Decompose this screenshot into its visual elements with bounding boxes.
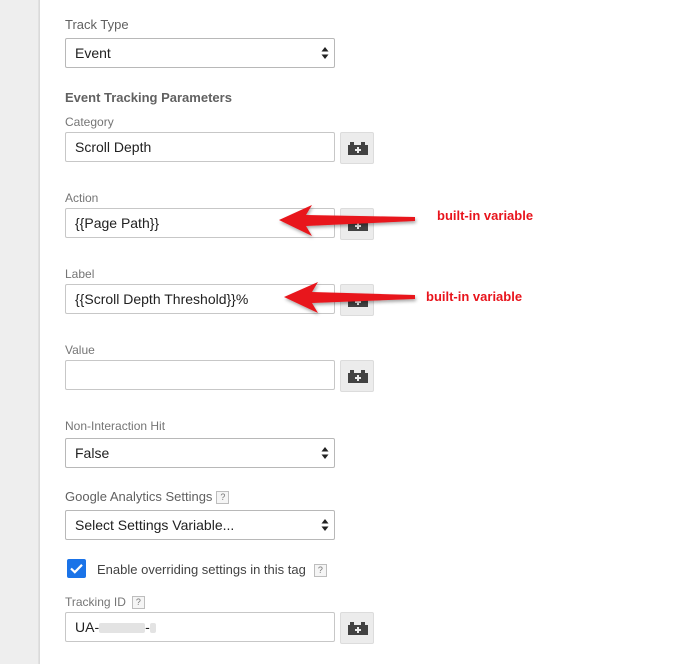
label-arrow — [284, 282, 415, 313]
select-arrows-icon — [321, 47, 329, 59]
select-arrows-icon — [321, 447, 329, 459]
override-label[interactable]: Enable overriding settings in this tag — [97, 562, 306, 577]
override-label-row: Enable overriding settings in this tag? — [97, 562, 327, 578]
event-params-heading: Event Tracking Parameters — [65, 90, 232, 105]
tracking-id-input[interactable]: UA- - — [65, 612, 335, 642]
non-interaction-select[interactable]: False — [65, 438, 335, 468]
value-label: Value — [65, 343, 95, 357]
category-label: Category — [65, 115, 114, 129]
track-type-value: Event — [75, 45, 111, 61]
non-interaction-label: Non-Interaction Hit — [65, 419, 166, 433]
tracking-id-label: Tracking ID — [65, 595, 126, 609]
variable-brick-icon — [348, 622, 368, 635]
action-arrow — [279, 205, 415, 236]
track-type-select[interactable]: Event — [65, 38, 335, 68]
label-value: {{Scroll Depth Threshold}}% — [75, 291, 249, 307]
tracking-id-help-icon[interactable]: ? — [131, 596, 145, 610]
override-checkbox[interactable] — [67, 559, 86, 578]
action-annotation: built-in variable — [437, 208, 534, 223]
checkmark-icon — [70, 564, 83, 574]
ga-settings-label-row: Google Analytics Settings? — [65, 489, 230, 505]
ga-settings-help-icon[interactable]: ? — [216, 491, 230, 505]
action-label: Action — [65, 191, 99, 205]
action-value: {{Page Path}} — [75, 215, 160, 231]
ga-settings-select[interactable]: Select Settings Variable... — [65, 510, 335, 540]
non-interaction-value: False — [75, 445, 110, 461]
annotation-arrows — [279, 205, 415, 313]
value-variable-button[interactable] — [340, 360, 374, 392]
redacted-account-id — [99, 623, 146, 634]
variable-brick-icon — [348, 370, 368, 383]
value-input[interactable] — [65, 360, 335, 390]
variable-brick-icon — [348, 142, 368, 155]
track-type-label: Track Type — [65, 17, 129, 32]
category-input[interactable]: Scroll Depth — [65, 132, 335, 162]
ga-settings-value: Select Settings Variable... — [75, 517, 235, 533]
category-value: Scroll Depth — [75, 139, 152, 155]
category-variable-button[interactable] — [340, 132, 374, 164]
tracking-id-variable-button[interactable] — [340, 612, 374, 644]
redacted-property-id — [149, 623, 156, 634]
ga-settings-label: Google Analytics Settings — [65, 489, 213, 504]
label-annotation: built-in variable — [426, 289, 523, 304]
label-label: Label — [65, 267, 95, 281]
override-help-icon[interactable]: ? — [313, 564, 327, 578]
left-gutter — [0, 0, 40, 664]
tracking-id-prefix: UA- — [75, 619, 100, 635]
tracking-id-label-row: Tracking ID? — [65, 595, 145, 610]
select-arrows-icon — [321, 519, 329, 531]
